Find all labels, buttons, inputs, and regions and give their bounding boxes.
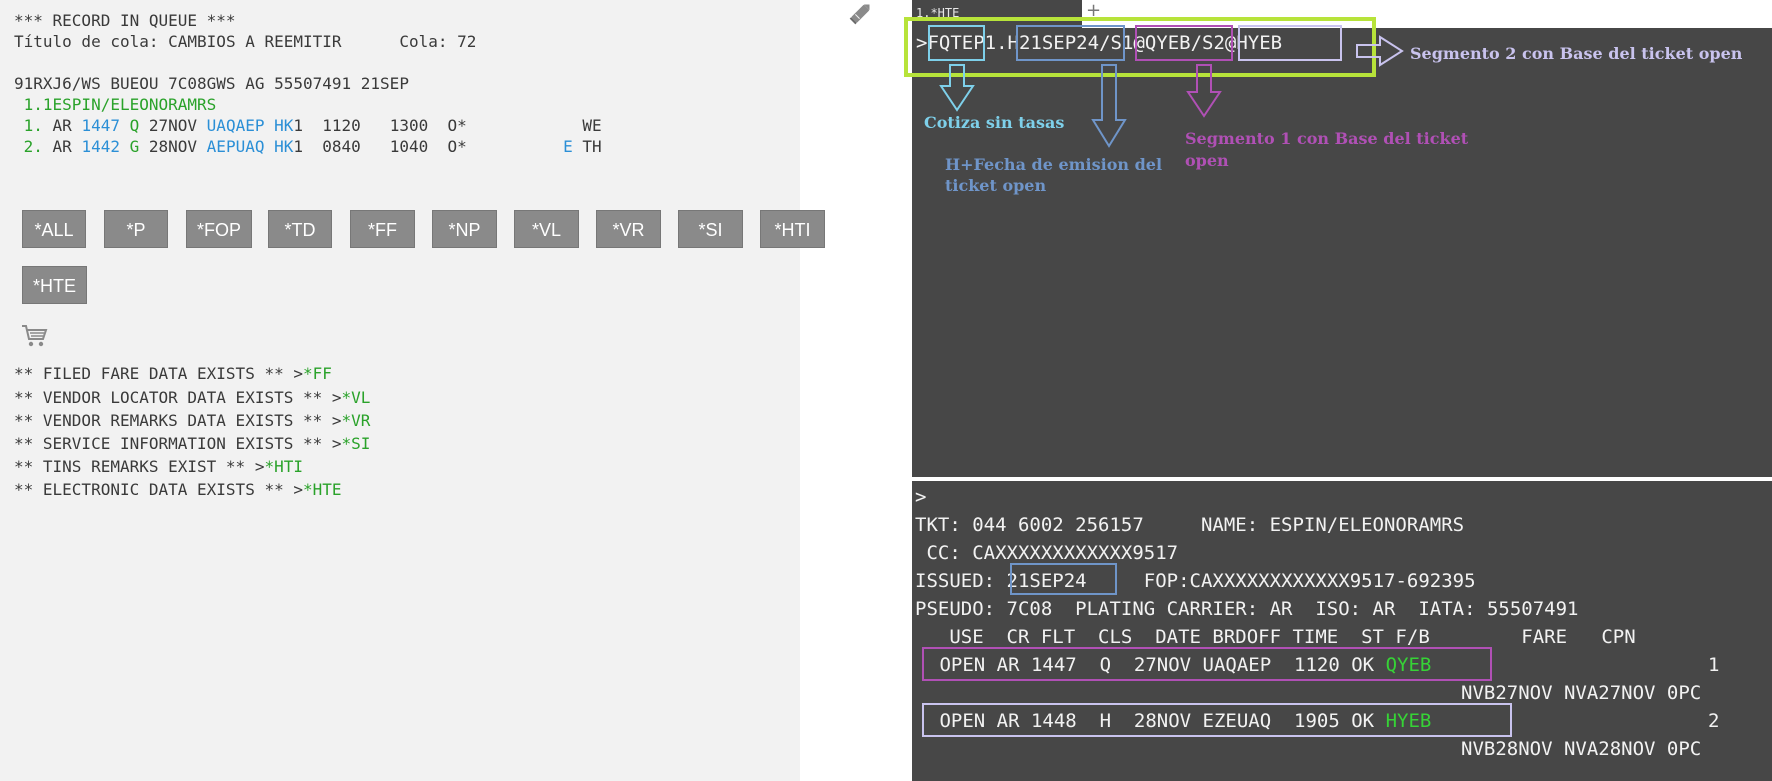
- exists-line-ff: ** FILED FARE DATA EXISTS ** >*FF: [14, 363, 332, 384]
- si-button[interactable]: *SI: [678, 210, 743, 248]
- queue-count-value: 72: [457, 32, 477, 51]
- segment-space: [264, 116, 274, 135]
- annotation-seg1-line2: open: [1185, 151, 1229, 170]
- exists-text: ** VENDOR LOCATOR DATA EXISTS ** >: [14, 388, 342, 407]
- queue-title-label: Título de cola:: [14, 32, 159, 51]
- issued-line: ISSUED: 21SEP24 FOP:CAXXXXXXXXXXXX9517-6…: [915, 567, 1476, 595]
- segment-airline: AR: [42, 137, 82, 156]
- segment-status-link[interactable]: HK: [274, 137, 293, 156]
- segment-times: 1 1120 1300 O*: [293, 116, 564, 135]
- segment-day: WE: [572, 116, 602, 135]
- queue-count-label: Cola:: [399, 32, 448, 51]
- hte-link[interactable]: *HTE: [303, 480, 342, 499]
- vr-link[interactable]: *VR: [342, 411, 371, 430]
- itinerary-segment: 1. AR 1447 Q 27NOV UAQAEP HK1 1120 1300 …: [14, 115, 602, 136]
- date-highlight-box: [1016, 25, 1125, 61]
- annotation-seg1-line1: Segmento 1 con Base del ticket: [1185, 129, 1469, 148]
- exists-line-hte: ** ELECTRONIC DATA EXISTS ** >*HTE: [14, 479, 342, 500]
- segment2-highlight-box: [1238, 25, 1342, 61]
- itinerary-segment: 2. AR 1442 G 28NOV AEPUAQ HK1 0840 1040 …: [14, 136, 602, 157]
- issued-date-highlight-box: [1010, 563, 1117, 595]
- exists-line-hti: ** TINS REMARKS EXIST ** >*HTI: [14, 456, 303, 477]
- segment-class: Q: [119, 116, 140, 135]
- lower-prompt[interactable]: >: [915, 483, 926, 511]
- np-button[interactable]: *NP: [432, 210, 497, 248]
- segment-route-link[interactable]: UAQAEP: [207, 116, 265, 135]
- segment-status-link[interactable]: HK: [274, 116, 293, 135]
- segment-date: 27NOV: [139, 116, 207, 135]
- segment-e-indicator[interactable]: E: [563, 137, 573, 156]
- exists-text: ** SERVICE INFORMATION EXISTS ** >: [14, 434, 342, 453]
- segment-e-indicator: [563, 116, 573, 135]
- segment-space: [264, 137, 274, 156]
- fqte-highlight-box: [928, 25, 985, 61]
- si-link[interactable]: *SI: [342, 434, 371, 453]
- ff-link[interactable]: *FF: [303, 364, 332, 383]
- segment-day: TH: [572, 137, 602, 156]
- arrow-right-icon: [1356, 35, 1404, 67]
- exists-line-si: ** SERVICE INFORMATION EXISTS ** >*SI: [14, 433, 370, 454]
- exists-text: ** ELECTRONIC DATA EXISTS ** >: [14, 480, 303, 499]
- segment-date: 28NOV: [139, 137, 207, 156]
- pnr-header-line: 91RXJ6/WS BUEOU 7C08GWS AG 55507491 21SE…: [14, 74, 409, 93]
- pseudo-line: PSEUDO: 7C08 PLATING CARRIER: AR ISO: AR…: [915, 598, 1579, 620]
- segment-flight-link[interactable]: 1442: [81, 137, 120, 156]
- arrow-down-icon: [1186, 64, 1222, 118]
- arrow-down-icon: [1091, 64, 1127, 148]
- record-in-queue-header: *** RECORD IN QUEUE ***: [14, 11, 236, 30]
- segment-times: 1 0840 1040 O*: [293, 137, 564, 156]
- coupon-number: 2: [1708, 710, 1720, 732]
- hti-link[interactable]: *HTI: [264, 457, 303, 476]
- coupon2-highlight-box: [922, 703, 1512, 737]
- fop-button[interactable]: *FOP: [186, 210, 252, 248]
- exists-text: ** VENDOR REMARKS DATA EXISTS ** >: [14, 411, 342, 430]
- form-of-payment: FOP:CAXXXXXXXXXXXX9517-692395: [1143, 570, 1476, 592]
- coupon-validity: NVB28NOV NVA28NOV 0PC: [1461, 738, 1702, 760]
- exists-line-vr: ** VENDOR REMARKS DATA EXISTS ** >*VR: [14, 410, 370, 431]
- ff-button[interactable]: *FF: [350, 210, 415, 248]
- ticket-number-line: TKT: 044 6002 256157 NAME: ESPIN/ELEONOR…: [915, 514, 1465, 536]
- vr-button[interactable]: *VR: [596, 210, 661, 248]
- exists-text: ** FILED FARE DATA EXISTS ** >: [14, 364, 303, 383]
- td-button[interactable]: *TD: [268, 210, 332, 248]
- edit-pencil-icon[interactable]: [848, 0, 874, 26]
- all-button[interactable]: *ALL: [22, 210, 86, 248]
- segment-number: 1.: [14, 116, 43, 135]
- annotation-fecha-line1: H+Fecha de emision del: [945, 155, 1163, 174]
- terminal-divider[interactable]: [912, 477, 1772, 481]
- queue-record-panel: *** RECORD IN QUEUE *** Título de cola: …: [0, 0, 825, 781]
- coupon-number: 1: [1708, 654, 1720, 676]
- shopping-cart-icon[interactable]: [20, 322, 48, 350]
- coupon1-highlight-box: [922, 647, 1492, 681]
- passenger-name[interactable]: 1.1ESPIN/ELEONORAMRS: [14, 94, 217, 115]
- hti-button[interactable]: *HTI: [760, 210, 825, 248]
- p-button[interactable]: *P: [104, 210, 168, 248]
- exists-line-vl: ** VENDOR LOCATOR DATA EXISTS ** >*VL: [14, 387, 370, 408]
- annotation-cotiza: Cotiza sin tasas: [924, 113, 1065, 132]
- segment-class: G: [119, 137, 140, 156]
- segment-route-link[interactable]: AEPUAQ: [207, 137, 265, 156]
- vl-button[interactable]: *VL: [514, 210, 579, 248]
- arrow-down-icon: [939, 64, 975, 112]
- exists-text: ** TINS REMARKS EXIST ** >: [14, 457, 265, 476]
- segment-airline: AR: [42, 116, 82, 135]
- hte-button[interactable]: *HTE: [22, 266, 87, 304]
- vl-link[interactable]: *VL: [342, 388, 371, 407]
- annotation-fecha-line2: ticket open: [945, 176, 1047, 195]
- segment-flight-link[interactable]: 1447: [81, 116, 120, 135]
- queue-title-line: Título de cola: CAMBIOS A REEMITIR Cola:…: [14, 31, 476, 52]
- issued-label: ISSUED:: [915, 570, 1007, 592]
- segment-number: 2.: [14, 137, 43, 156]
- segment1-highlight-box: [1135, 25, 1233, 61]
- annotation-seg2: Segmento 2 con Base del ticket open: [1410, 44, 1743, 63]
- queue-title-value: CAMBIOS A REEMITIR: [168, 32, 342, 51]
